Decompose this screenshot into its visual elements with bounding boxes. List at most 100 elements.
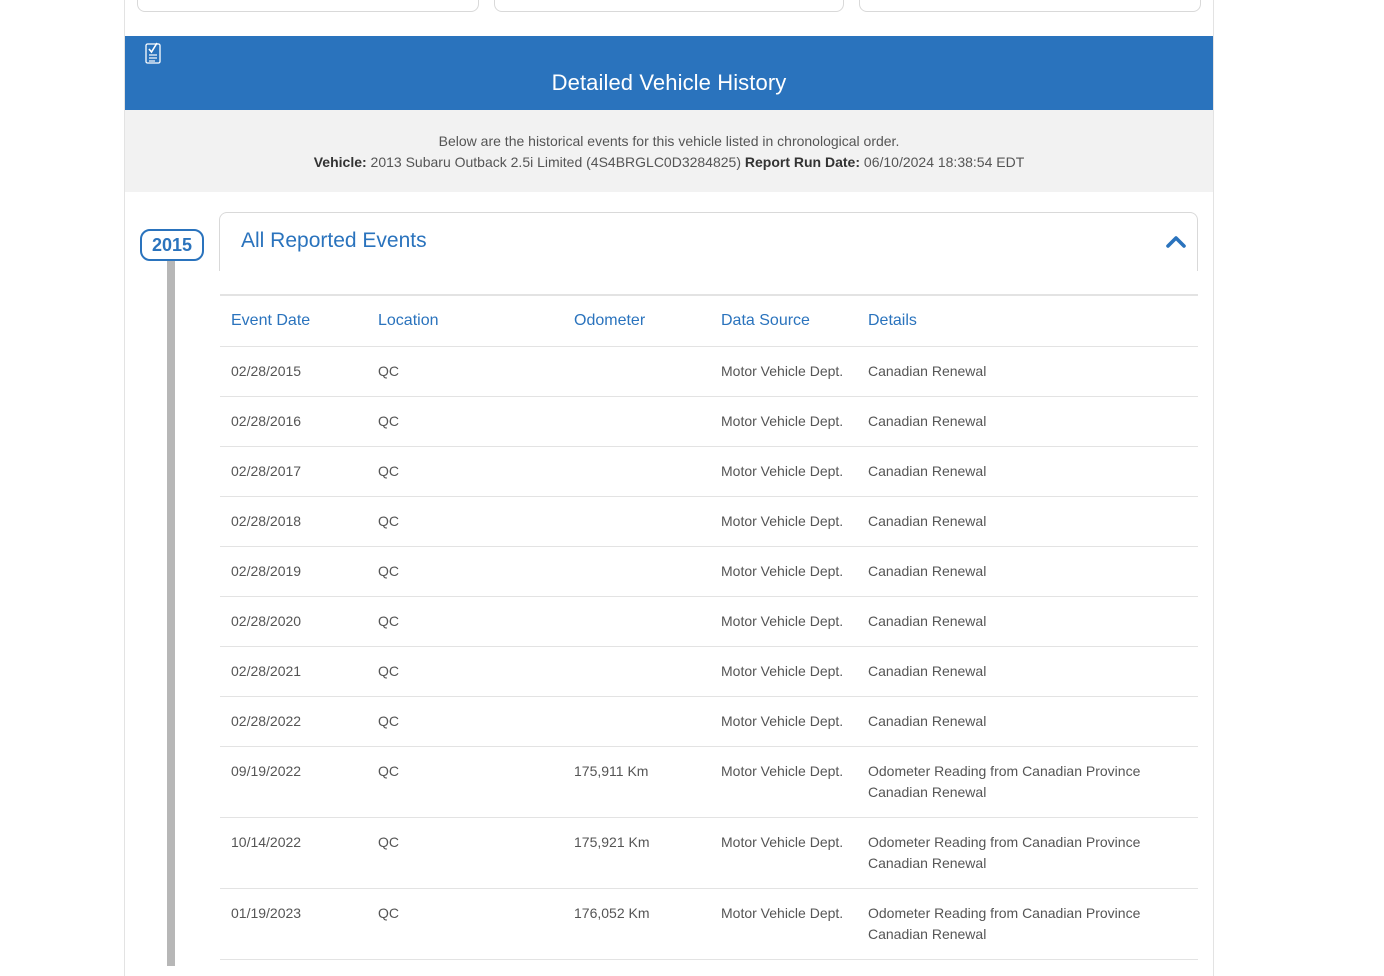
page: Detailed Vehicle History Below are the h… bbox=[0, 0, 1384, 976]
details-cell: Canadian Renewal bbox=[857, 396, 1198, 447]
details-cell: Canadian Renewal bbox=[857, 696, 1198, 747]
odometer-cell bbox=[563, 596, 710, 647]
column-header-details: Details bbox=[857, 295, 1198, 347]
event-date-cell: 02/28/2016 bbox=[220, 396, 367, 447]
details-cell: Odometer Reading from Canadian Province C… bbox=[857, 888, 1198, 960]
data-source-cell: Motor Vehicle Dept. bbox=[710, 396, 857, 447]
event-date-cell: 02/28/2020 bbox=[220, 596, 367, 647]
table-row: 02/28/2017 QC Motor Vehicle Dept. Canadian … bbox=[220, 446, 1198, 497]
table-row: 02/28/2020 QC Motor Vehicle Dept. Canadian … bbox=[220, 596, 1198, 647]
data-source-cell: Motor Vehicle Dept. bbox=[710, 496, 857, 547]
detail-line: Canadian Renewal bbox=[868, 363, 987, 379]
table-row: 10/14/2022 QC 175,921 Km Motor Vehicle Dept… bbox=[220, 817, 1198, 889]
data-source-cell: Motor Vehicle Dept. bbox=[710, 888, 857, 960]
summary-card bbox=[494, 0, 844, 12]
detail-line: Canadian Renewal bbox=[868, 713, 987, 729]
events-table: Event Date Location Odometer Data Source… bbox=[220, 294, 1198, 976]
vehicle-value: 2013 Subaru Outback 2.5i Limited (4S4BRG… bbox=[370, 154, 741, 170]
details-cell: Canadian Renewal bbox=[857, 496, 1198, 547]
table-row: 09/19/2022 QC 175,911 Km Motor Vehicle Dept… bbox=[220, 746, 1198, 818]
detail-line: Odometer Reading from Canadian Province bbox=[868, 834, 1141, 850]
detail-line: Canadian Renewal bbox=[868, 513, 987, 529]
location-cell: QC bbox=[367, 746, 563, 818]
chevron-up-icon[interactable] bbox=[1165, 233, 1187, 249]
column-header-odometer: Odometer bbox=[563, 295, 710, 347]
data-source-cell: Motor Vehicle Dept. bbox=[710, 696, 857, 747]
location-cell: QC bbox=[367, 696, 563, 747]
detail-line: Canadian Renewal bbox=[868, 855, 987, 871]
location-cell: QC bbox=[367, 396, 563, 447]
data-source-cell: Motor Vehicle Dept. bbox=[710, 817, 857, 889]
details-cell: Canadian Renewal bbox=[857, 959, 1198, 976]
detail-line: Canadian Renewal bbox=[868, 926, 987, 942]
location-cell: QC bbox=[367, 546, 563, 597]
timeline-bar bbox=[167, 261, 175, 966]
detail-line: Canadian Renewal bbox=[868, 663, 987, 679]
odometer-cell bbox=[563, 346, 710, 397]
event-date-cell: 02/28/2021 bbox=[220, 646, 367, 697]
table-row: 01/19/2023 QC 176,052 Km Motor Vehicle Dept… bbox=[220, 888, 1198, 960]
data-source-cell: Motor Vehicle Dept. bbox=[710, 646, 857, 697]
detail-line: Canadian Renewal bbox=[868, 784, 987, 800]
event-date-cell: 09/19/2022 bbox=[220, 746, 367, 818]
summary-card bbox=[137, 0, 479, 12]
details-cell: Canadian Renewal bbox=[857, 546, 1198, 597]
event-date-cell: 02/28/2015 bbox=[220, 346, 367, 397]
table-row: 02/28/2016 QC Motor Vehicle Dept. Canadian … bbox=[220, 396, 1198, 447]
table-row: 02/28/2021 QC Motor Vehicle Dept. Canadian … bbox=[220, 646, 1198, 697]
report-container: Detailed Vehicle History Below are the h… bbox=[124, 0, 1214, 976]
history-intro: Below are the historical events for this… bbox=[125, 110, 1213, 192]
event-date-cell: 02/28/2018 bbox=[220, 496, 367, 547]
odometer-cell bbox=[563, 646, 710, 697]
column-header-location: Location bbox=[367, 295, 563, 347]
event-date-cell: 02/28/2019 bbox=[220, 546, 367, 597]
detail-line: Canadian Renewal bbox=[868, 463, 987, 479]
location-cell: QC bbox=[367, 959, 563, 976]
table-row: 02/28/2018 QC Motor Vehicle Dept. Canadian … bbox=[220, 496, 1198, 547]
event-date-cell: 10/14/2022 bbox=[220, 817, 367, 889]
year-badge: 2015 bbox=[140, 229, 204, 261]
details-cell: Odometer Reading from Canadian Province C… bbox=[857, 817, 1198, 889]
data-source-cell: Motor Vehicle Dept. bbox=[710, 959, 857, 976]
vehicle-label: Vehicle: bbox=[313, 154, 367, 170]
table-row: 02/28/2019 QC Motor Vehicle Dept. Canadian … bbox=[220, 546, 1198, 597]
odometer-cell bbox=[563, 496, 710, 547]
data-source-cell: Motor Vehicle Dept. bbox=[710, 746, 857, 818]
table-row: 02/28/2022 QC Motor Vehicle Dept. Canadian … bbox=[220, 696, 1198, 747]
event-date-cell: 01/19/2023 bbox=[220, 888, 367, 960]
location-cell: QC bbox=[367, 446, 563, 497]
odometer-cell: 175,911 Km bbox=[563, 746, 710, 818]
history-title: Detailed Vehicle History bbox=[551, 70, 787, 95]
odometer-cell bbox=[563, 546, 710, 597]
detail-line: Odometer Reading from Canadian Province bbox=[868, 905, 1141, 921]
data-source-cell: Motor Vehicle Dept. bbox=[710, 446, 857, 497]
location-cell: QC bbox=[367, 646, 563, 697]
column-header-event-date: Event Date bbox=[220, 295, 367, 347]
events-panel-header[interactable]: All Reported Events bbox=[219, 212, 1198, 271]
detail-line: Canadian Renewal bbox=[868, 613, 987, 629]
odometer-cell bbox=[563, 959, 710, 976]
summary-card bbox=[859, 0, 1201, 12]
report-checklist-icon bbox=[145, 42, 161, 64]
odometer-cell: 176,052 Km bbox=[563, 888, 710, 960]
column-header-data-source: Data Source bbox=[710, 295, 857, 347]
history-header: Detailed Vehicle History bbox=[125, 36, 1213, 110]
table-row: 02/28/2015 QC Motor Vehicle Dept. Canadian … bbox=[220, 346, 1198, 397]
event-date-cell: 02/28/2022 bbox=[220, 696, 367, 747]
events-panel-title: All Reported Events bbox=[241, 229, 427, 252]
table-header-row: Event Date Location Odometer Data Source… bbox=[220, 295, 1198, 347]
odometer-cell bbox=[563, 446, 710, 497]
detail-line: Canadian Renewal bbox=[868, 413, 987, 429]
detail-line: Odometer Reading from Canadian Province bbox=[868, 763, 1141, 779]
odometer-cell bbox=[563, 696, 710, 747]
odometer-cell bbox=[563, 396, 710, 447]
odometer-cell: 175,921 Km bbox=[563, 817, 710, 889]
event-date-cell: 02/28/2017 bbox=[220, 446, 367, 497]
details-cell: Canadian Renewal bbox=[857, 646, 1198, 697]
detail-line: Canadian Renewal bbox=[868, 563, 987, 579]
data-source-cell: Motor Vehicle Dept. bbox=[710, 596, 857, 647]
location-cell: QC bbox=[367, 596, 563, 647]
run-date-value: 06/10/2024 18:38:54 EDT bbox=[863, 154, 1025, 170]
location-cell: QC bbox=[367, 346, 563, 397]
run-date-label: Report Run Date: bbox=[744, 154, 861, 170]
